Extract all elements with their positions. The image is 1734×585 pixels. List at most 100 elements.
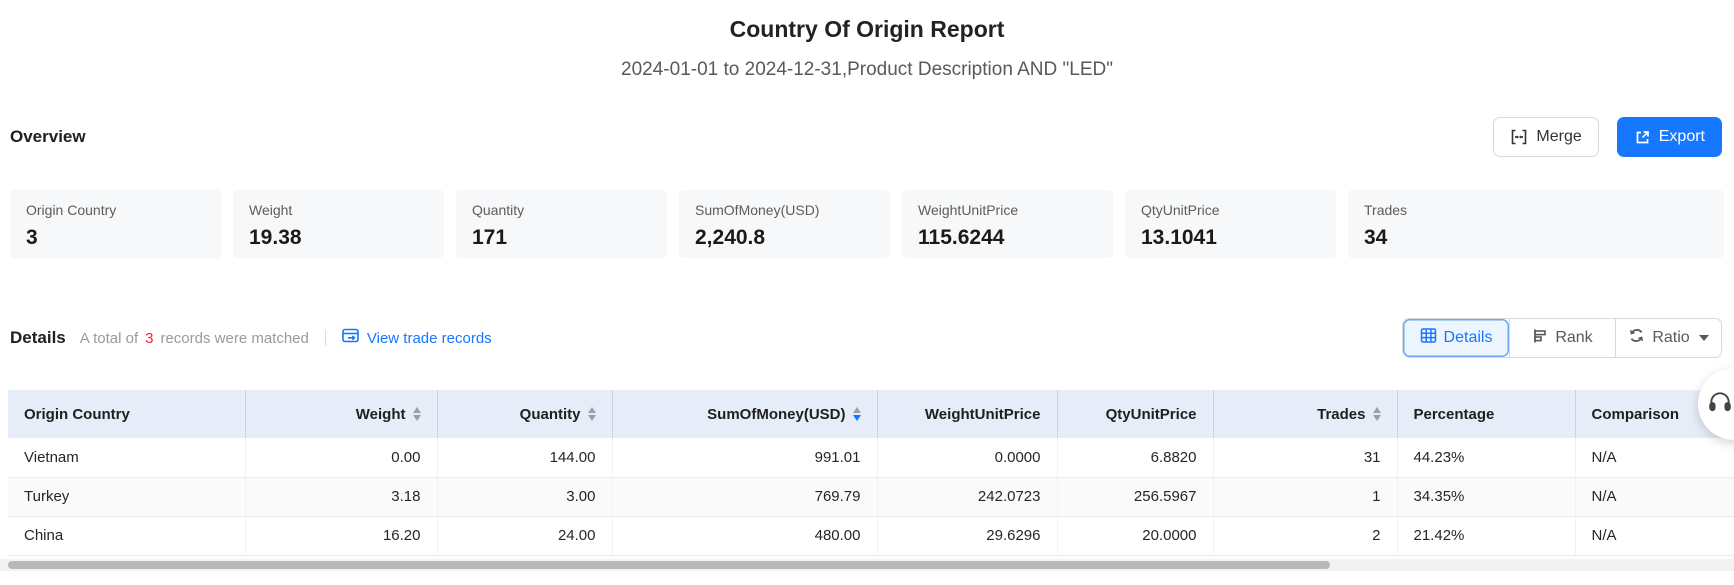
cell-comparison: N/A — [1575, 516, 1734, 555]
column-header-qty-unit-price: QtyUnitPrice — [1057, 390, 1213, 438]
column-label: Percentage — [1414, 406, 1495, 423]
page-subtitle: 2024-01-01 to 2024-12-31,Product Descrip… — [0, 57, 1734, 83]
table-row: Vietnam 0.00 144.00 991.01 0.0000 6.8820… — [8, 438, 1734, 477]
card-label: QtyUnitPrice — [1141, 202, 1320, 219]
column-label: Weight — [356, 406, 406, 423]
view-trade-records-label: View trade records — [367, 330, 492, 347]
tab-rank-label: Rank — [1555, 329, 1592, 347]
card-label: Weight — [249, 202, 428, 219]
tab-rank[interactable]: Rank — [1509, 319, 1615, 357]
column-header-origin-country: Origin Country — [8, 390, 245, 438]
cell-weight-unit-price: 0.0000 — [877, 438, 1057, 477]
sort-icon[interactable] — [588, 407, 596, 421]
table-header-row: Origin Country Weight Quantity SumOfMone… — [8, 390, 1734, 438]
headset-icon — [1698, 389, 1733, 420]
card-origin-country: Origin Country 3 — [10, 190, 221, 258]
cell-sum-of-money: 769.79 — [612, 477, 877, 516]
column-label: Origin Country — [24, 406, 130, 423]
sort-icon-descending[interactable] — [853, 407, 861, 421]
toolbar-actions: Merge Export — [1493, 117, 1722, 157]
overview-cards: Origin Country 3 Weight 19.38 Quantity 1… — [10, 190, 1724, 258]
cell-comparison: N/A — [1575, 477, 1734, 516]
card-value: 2,240.8 — [695, 226, 874, 250]
column-header-sum-of-money[interactable]: SumOfMoney(USD) — [612, 390, 877, 438]
export-icon — [1634, 129, 1651, 146]
table-row: China 16.20 24.00 480.00 29.6296 20.0000… — [8, 516, 1734, 555]
cell-comparison: N/A — [1575, 438, 1734, 477]
trade-records-icon — [342, 328, 360, 348]
merge-icon — [1510, 128, 1528, 146]
card-value: 171 — [472, 226, 651, 250]
cell-trades: 31 — [1213, 438, 1397, 477]
tab-details-label: Details — [1444, 329, 1493, 347]
column-label: SumOfMoney(USD) — [707, 406, 845, 423]
horizontal-scrollbar[interactable] — [0, 559, 1734, 571]
column-label: Quantity — [520, 406, 581, 423]
card-value: 19.38 — [249, 226, 428, 250]
match-summary-prefix: A total of — [80, 330, 138, 347]
page-title: Country Of Origin Report — [0, 14, 1734, 44]
view-switch: Details Rank Ratio — [1402, 318, 1722, 358]
cell-origin-country: Vietnam — [8, 438, 245, 477]
cell-trades: 1 — [1213, 477, 1397, 516]
export-button[interactable]: Export — [1617, 117, 1722, 157]
view-trade-records-link[interactable]: View trade records — [342, 328, 492, 348]
overview-toolbar: Overview Merge Export — [0, 117, 1734, 157]
report-header: Country Of Origin Report 2024-01-01 to 2… — [0, 0, 1734, 83]
card-label: Trades — [1364, 202, 1708, 219]
card-weight-unit-price: WeightUnitPrice 115.6244 — [902, 190, 1113, 258]
cell-origin-country: Turkey — [8, 477, 245, 516]
card-value: 3 — [26, 226, 205, 250]
cell-percentage: 44.23% — [1397, 438, 1575, 477]
tab-details[interactable]: Details — [1403, 319, 1509, 357]
details-table-icon — [1420, 327, 1437, 349]
card-weight: Weight 19.38 — [233, 190, 444, 258]
cell-qty-unit-price: 6.8820 — [1057, 438, 1213, 477]
cell-percentage: 34.35% — [1397, 477, 1575, 516]
card-quantity: Quantity 171 — [456, 190, 667, 258]
cell-weight: 0.00 — [245, 438, 437, 477]
column-label: Comparison — [1592, 406, 1680, 423]
chevron-down-icon — [1699, 335, 1709, 341]
column-header-percentage: Percentage — [1397, 390, 1575, 438]
cell-sum-of-money: 991.01 — [612, 438, 877, 477]
card-label: WeightUnitPrice — [918, 202, 1097, 219]
card-value: 13.1041 — [1141, 226, 1320, 250]
table-row: Turkey 3.18 3.00 769.79 242.0723 256.596… — [8, 477, 1734, 516]
column-label: QtyUnitPrice — [1106, 406, 1197, 423]
column-header-weight-unit-price: WeightUnitPrice — [877, 390, 1057, 438]
details-bar: Details A total of 3 records were matche… — [0, 318, 1734, 358]
cell-sum-of-money: 480.00 — [612, 516, 877, 555]
cell-weight: 3.18 — [245, 477, 437, 516]
card-value: 34 — [1364, 226, 1708, 250]
column-label: Trades — [1317, 406, 1365, 423]
rank-icon — [1532, 328, 1548, 349]
vertical-divider — [325, 330, 326, 346]
cell-qty-unit-price: 20.0000 — [1057, 516, 1213, 555]
cell-qty-unit-price: 256.5967 — [1057, 477, 1213, 516]
card-label: SumOfMoney(USD) — [695, 202, 874, 219]
match-count: 3 — [145, 330, 153, 347]
details-table: Origin Country Weight Quantity SumOfMone… — [8, 390, 1734, 556]
cell-quantity: 24.00 — [437, 516, 612, 555]
merge-button[interactable]: Merge — [1493, 117, 1598, 157]
scrollbar-thumb[interactable] — [8, 561, 1330, 569]
tab-ratio[interactable]: Ratio — [1615, 319, 1721, 357]
card-label: Quantity — [472, 202, 651, 219]
column-label: WeightUnitPrice — [925, 406, 1041, 423]
sort-icon[interactable] — [1373, 407, 1381, 421]
cell-percentage: 21.42% — [1397, 516, 1575, 555]
cell-origin-country: China — [8, 516, 245, 555]
cell-quantity: 3.00 — [437, 477, 612, 516]
tab-ratio-label: Ratio — [1652, 329, 1689, 347]
cell-weight-unit-price: 242.0723 — [877, 477, 1057, 516]
cell-trades: 2 — [1213, 516, 1397, 555]
column-header-trades[interactable]: Trades — [1213, 390, 1397, 438]
column-header-weight[interactable]: Weight — [245, 390, 437, 438]
card-qty-unit-price: QtyUnitPrice 13.1041 — [1125, 190, 1336, 258]
card-trades: Trades 34 — [1348, 190, 1724, 258]
export-button-label: Export — [1659, 128, 1705, 146]
column-header-quantity[interactable]: Quantity — [437, 390, 612, 438]
details-section-title: Details — [10, 328, 66, 348]
sort-icon[interactable] — [413, 407, 421, 421]
